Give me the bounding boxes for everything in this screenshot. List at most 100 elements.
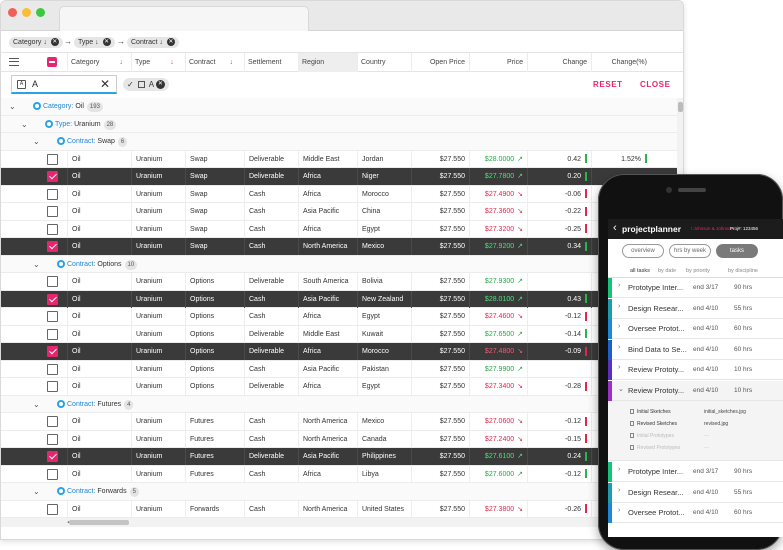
table-row[interactable]: Oil Uranium Futures Deliverable Asia Pacific…	[1, 448, 677, 466]
group-chip-category[interactable]: Category ↓ ✕	[9, 37, 63, 48]
row-checkbox[interactable]	[47, 381, 58, 392]
row-checkbox[interactable]	[47, 468, 58, 480]
task-row[interactable]: ⌄ Review Prototy... end 4/10 10 hrs	[608, 380, 783, 401]
table-row[interactable]: Oil Uranium Swap Cash Africa Morocco $27.550 $2…	[1, 185, 677, 203]
deliverable-item[interactable]: Revised Sketches	[630, 421, 677, 427]
remove-icon[interactable]: ✕	[155, 80, 165, 90]
close-window-button[interactable]	[8, 8, 17, 17]
column-header-country[interactable]: Country	[357, 53, 411, 72]
row-checkbox[interactable]	[47, 503, 58, 515]
subtab-by-discipline[interactable]: by discipline	[728, 268, 758, 274]
browser-tab[interactable]	[59, 6, 309, 31]
chevron-down-icon[interactable]: ⌄	[21, 116, 28, 133]
task-row[interactable]: › Prototype Inter... end 3/17 90 hrs	[608, 462, 783, 482]
row-checkbox[interactable]	[47, 153, 58, 165]
scroll-thumb[interactable]	[69, 520, 129, 525]
group-row[interactable]: ⌄ Type: Uranium 28	[1, 115, 677, 133]
row-checkbox[interactable]	[47, 223, 58, 235]
deliverable-item[interactable]: Revised Prototypes	[630, 445, 680, 451]
subtab-all-tasks[interactable]: all tasks	[630, 268, 650, 274]
subtab-by-date[interactable]: by date	[658, 268, 676, 274]
table-row[interactable]: Oil Uranium Options Deliverable Africa Morocc…	[1, 343, 677, 361]
row-checkbox[interactable]	[47, 346, 58, 357]
chevron-right-icon[interactable]: ›	[618, 344, 620, 351]
table-row[interactable]: Oil Uranium Futures Cash North America Mexico…	[1, 413, 677, 431]
column-header-category[interactable]: Category ↓	[67, 53, 131, 72]
row-checkbox[interactable]	[47, 276, 58, 287]
chevron-down-icon[interactable]: ⌄	[33, 483, 40, 500]
task-row[interactable]: › Design Resear... end 4/10 55 hrs	[608, 482, 783, 503]
tab-overview[interactable]: overview	[622, 244, 664, 258]
group-row[interactable]: ⌄ Contract: Forwards 5	[1, 483, 677, 501]
column-header-price[interactable]: Price	[469, 53, 527, 72]
chevron-right-icon[interactable]: ›	[618, 466, 620, 473]
row-checkbox[interactable]	[47, 206, 58, 217]
horizontal-scrollbar[interactable]: ◂	[1, 518, 677, 527]
row-checkbox[interactable]	[47, 363, 58, 375]
deliverable-item[interactable]: Initial Sketches	[630, 409, 671, 415]
column-header-contract[interactable]: Contract ↓	[185, 53, 244, 72]
chevron-right-icon[interactable]: ›	[618, 303, 620, 310]
chevron-right-icon[interactable]: ›	[618, 364, 620, 371]
tab-tasks[interactable]: tasks	[716, 244, 758, 258]
task-row[interactable]: › Design Resear... end 4/10 55 hrs	[608, 298, 783, 319]
task-row[interactable]: › Review Prototy... end 4/10 10 hrs	[608, 360, 783, 380]
task-row[interactable]: › Oversee Protot... end 4/10 60 hrs	[608, 319, 783, 339]
column-header-type[interactable]: Type ↓	[131, 53, 185, 72]
table-row[interactable]: Oil Uranium Forwards Cash North America Unite…	[1, 500, 677, 518]
maximize-window-button[interactable]	[36, 8, 45, 17]
reset-button[interactable]: RESET	[593, 80, 623, 89]
task-row[interactable]: › Prototype Inter... end 3/17 90 hrs	[608, 278, 783, 298]
chevron-down-icon[interactable]: ⌄	[33, 256, 40, 273]
deliverable-file[interactable]: initial_sketches.jpg	[704, 409, 746, 415]
chevron-right-icon[interactable]: ›	[618, 507, 620, 514]
deliverable-file[interactable]: —	[704, 433, 709, 439]
subtab-by-priority[interactable]: by priority	[686, 268, 710, 274]
chevron-right-icon[interactable]: ›	[618, 487, 620, 494]
row-checkbox[interactable]	[47, 311, 58, 322]
select-all-checkbox[interactable]	[47, 57, 57, 67]
chevron-right-icon[interactable]: ›	[618, 282, 620, 289]
search-input[interactable]: A A ✕	[11, 75, 117, 94]
task-row[interactable]: › Bind Data to Se... end 4/10 60 hrs	[608, 339, 783, 360]
menu-icon[interactable]	[9, 58, 19, 66]
deliverable-file[interactable]: —	[704, 445, 709, 451]
table-row[interactable]: Oil Uranium Swap Cash Asia Pacific China $27.5…	[1, 203, 677, 221]
row-checkbox[interactable]	[47, 241, 58, 252]
chevron-down-icon[interactable]: ⌄	[9, 98, 16, 115]
table-row[interactable]: Oil Uranium Futures Cash Africa Libya $27.550 $…	[1, 465, 677, 483]
remove-icon[interactable]: ✕	[102, 38, 111, 46]
scroll-thumb[interactable]	[678, 102, 683, 112]
column-header-settlement[interactable]: Settlement	[244, 53, 298, 72]
row-checkbox[interactable]	[47, 293, 58, 305]
table-row[interactable]: Oil Uranium Options Cash Asia Pacific New Zea…	[1, 290, 677, 308]
clear-icon[interactable]: ✕	[100, 77, 110, 91]
table-row[interactable]: Oil Uranium Options Cash Asia Pacific Pakista…	[1, 360, 677, 378]
column-header-change-pct[interactable]: Change(%)	[591, 53, 651, 72]
chevron-down-icon[interactable]: ⌄	[618, 385, 624, 393]
row-checkbox[interactable]	[47, 433, 58, 445]
deliverable-file[interactable]: revised.jpg	[704, 421, 728, 427]
column-header-region[interactable]: Region	[298, 53, 357, 72]
filter-chip[interactable]: ✓ A ✕	[123, 78, 169, 91]
table-row[interactable]: Oil Uranium Options Deliverable Middle East K…	[1, 325, 677, 343]
task-row[interactable]: › Oversee Protot... end 4/10 60 hrs	[608, 503, 783, 523]
back-icon[interactable]: ‹	[613, 222, 617, 234]
row-checkbox[interactable]	[47, 328, 58, 340]
chevron-down-icon[interactable]: ⌄	[33, 396, 40, 413]
group-row[interactable]: ⌄ Contract: Futures 4	[1, 395, 677, 413]
table-row[interactable]: Oil Uranium Options Cash Africa Egypt $27.550 $…	[1, 308, 677, 326]
group-row[interactable]: ⌄ Contract: Options 10	[1, 255, 677, 273]
table-row[interactable]: Oil Uranium Swap Cash North America Mexico $27…	[1, 238, 677, 256]
close-button[interactable]: CLOSE	[640, 80, 671, 89]
chevron-right-icon[interactable]: ›	[618, 323, 620, 330]
remove-icon[interactable]: ✕	[166, 38, 175, 46]
group-row[interactable]: ⌄ Category: Oil 193	[1, 98, 677, 116]
table-row[interactable]: Oil Uranium Options Deliverable South Americ…	[1, 273, 677, 291]
table-row[interactable]: Oil Uranium Futures Cash North America Canada…	[1, 430, 677, 448]
table-row[interactable]: Oil Uranium Swap Cash Africa Egypt $27.550 $27.…	[1, 220, 677, 238]
group-chip-type[interactable]: Type ↓ ✕	[74, 37, 115, 48]
table-row[interactable]: Oil Uranium Options Deliverable Africa Egypt $…	[1, 378, 677, 396]
column-header-change[interactable]: Change	[527, 53, 591, 72]
row-checkbox[interactable]	[47, 451, 58, 462]
